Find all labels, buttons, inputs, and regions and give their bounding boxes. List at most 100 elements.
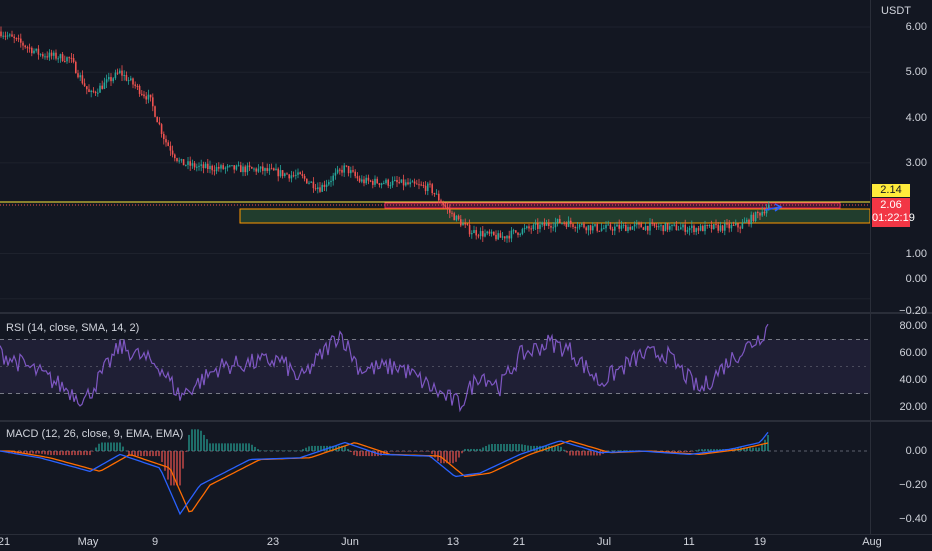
macd-histogram-bar xyxy=(752,447,754,451)
macd-pane[interactable]: MACD (12, 26, close, 9, EMA, EMA) xyxy=(0,422,870,534)
candle-body xyxy=(0,31,2,37)
candle-body xyxy=(31,47,33,54)
candle-body xyxy=(616,224,618,227)
candle-body xyxy=(275,168,277,171)
macd-histogram-bar xyxy=(275,450,277,451)
macd-histogram-bar xyxy=(38,451,40,454)
macd-histogram-bar xyxy=(368,451,370,457)
candle-body xyxy=(336,169,339,173)
macd-histogram-bar xyxy=(509,443,511,451)
candle-body xyxy=(416,183,418,185)
candle-body xyxy=(600,228,603,231)
macd-histogram-bar xyxy=(116,442,118,451)
candle-body xyxy=(517,232,519,235)
candle-body xyxy=(510,230,513,239)
candle-body xyxy=(385,179,387,184)
candle-body xyxy=(202,164,205,169)
candle-body xyxy=(532,224,535,230)
macd-histogram-bar xyxy=(59,451,61,456)
candle-body xyxy=(165,139,167,143)
price-chart[interactable] xyxy=(0,0,870,312)
macd-line xyxy=(0,431,769,516)
candle-body xyxy=(550,225,552,228)
candle-body xyxy=(490,231,493,234)
candle-body xyxy=(446,206,449,209)
macd-histogram-bar xyxy=(152,451,154,457)
rsi-title[interactable]: RSI (14, close, SMA, 14, 2) xyxy=(6,322,139,334)
candle-body xyxy=(587,225,590,231)
price-scale[interactable]: USDT 6.00 5.00 4.00 3.00 1.00 0.00 −0.20 xyxy=(870,0,932,317)
candle-body xyxy=(176,158,178,162)
candle-body xyxy=(457,215,460,220)
candle-body xyxy=(651,222,653,224)
candle-body xyxy=(209,165,211,170)
candle-body xyxy=(11,34,13,37)
candle-body xyxy=(160,124,163,134)
macd-histogram-bar xyxy=(350,451,352,453)
candle-body xyxy=(295,174,297,176)
candle-body xyxy=(79,75,81,78)
candle-body xyxy=(196,166,198,168)
candle-body xyxy=(585,227,587,231)
time-tick: 11 xyxy=(683,536,695,548)
candle-body xyxy=(556,218,559,223)
macd-histogram-bar xyxy=(314,445,316,451)
price-chart-pane[interactable] xyxy=(0,0,870,312)
macd-histogram-bar xyxy=(560,446,562,451)
macd-histogram-bar xyxy=(401,451,403,452)
candle-body xyxy=(226,165,229,168)
price-tick: 0.00 xyxy=(905,273,927,285)
candle-body xyxy=(253,168,255,170)
macd-histogram-bar xyxy=(89,451,91,456)
candle-body xyxy=(438,193,440,201)
candle-body xyxy=(237,165,240,167)
candle-body xyxy=(361,179,363,182)
candle-body xyxy=(224,167,227,169)
candle-body xyxy=(13,36,15,39)
time-axis[interactable]: 21 May 9 23 Jun 13 21 Jul 11 19 Aug xyxy=(0,534,932,551)
macd-histogram-bar xyxy=(608,450,610,452)
macd-histogram-bar xyxy=(221,443,223,451)
candle-body xyxy=(284,173,286,176)
macd-histogram-bar xyxy=(269,450,271,451)
candle-body xyxy=(242,166,244,173)
candle-body xyxy=(297,172,299,175)
macd-title[interactable]: MACD (12, 26, close, 9, EMA, EMA) xyxy=(6,428,183,440)
macd-scale[interactable]: 0.00 −0.20 −0.40 xyxy=(870,422,932,534)
candle-body xyxy=(730,224,733,229)
candle-body xyxy=(182,159,185,166)
macd-histogram-bar xyxy=(473,448,475,451)
candle-body xyxy=(88,89,90,93)
candle-body xyxy=(262,166,264,171)
macd-histogram-bar xyxy=(362,451,364,457)
time-tick: 23 xyxy=(266,536,280,548)
candle-body xyxy=(754,211,757,222)
candle-body xyxy=(323,184,326,187)
candle-body xyxy=(334,172,337,176)
rsi-pane[interactable]: RSI (14, close, SMA, 14, 2) xyxy=(0,314,870,420)
macd-histogram-bar xyxy=(392,451,394,452)
time-tick: 19 xyxy=(753,536,767,548)
macd-histogram-bar xyxy=(248,443,250,451)
macd-histogram-bar xyxy=(191,429,193,451)
macd-histogram-bar xyxy=(206,439,208,451)
candle-body xyxy=(506,235,508,239)
macd-histogram-bar xyxy=(74,451,76,456)
macd-histogram-bar xyxy=(488,444,490,451)
price-tick: 3.00 xyxy=(905,157,927,169)
candle-body xyxy=(372,181,374,185)
candle-body xyxy=(396,179,398,183)
candle-body xyxy=(636,223,638,225)
candle-body xyxy=(28,47,31,49)
candle-body xyxy=(424,185,427,192)
macd-histogram-bar xyxy=(476,448,478,451)
candle-body xyxy=(279,170,282,177)
candle-body xyxy=(387,179,389,186)
candle-body xyxy=(347,166,350,174)
macd-histogram-bar xyxy=(524,444,526,451)
candle-body xyxy=(189,161,191,166)
macd-histogram-bar xyxy=(197,429,199,451)
candle-body xyxy=(270,168,273,170)
rsi-scale[interactable]: 80.00 60.00 40.00 20.00 xyxy=(870,314,932,420)
macd-histogram-bar xyxy=(491,443,493,451)
